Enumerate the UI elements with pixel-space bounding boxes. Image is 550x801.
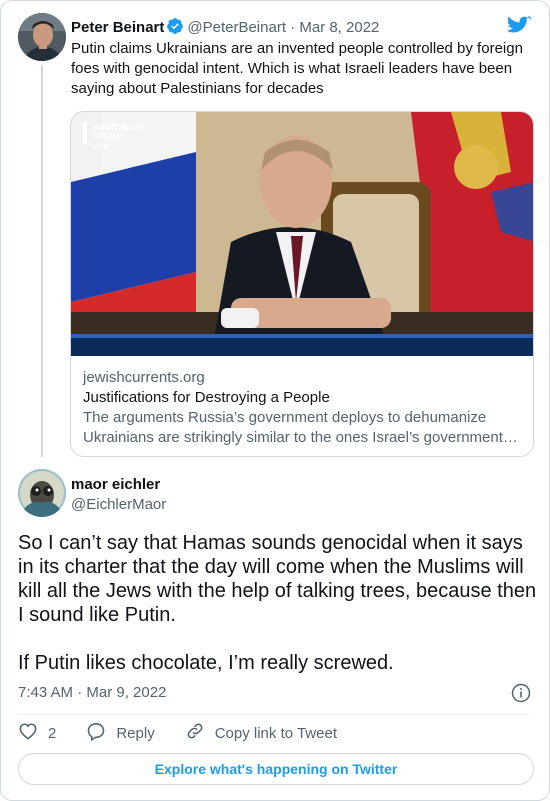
parent-tweet-header: Peter Beinart @PeterBeinart · Mar 8, 2022 bbox=[71, 17, 379, 41]
reply-bubble-icon bbox=[86, 721, 116, 745]
link-domain: jewishcurrents.org bbox=[83, 369, 205, 386]
image-logo-line2: ВРЕМЯ bbox=[93, 132, 122, 141]
tweet-date[interactable]: Mar 8, 2022 bbox=[299, 19, 379, 36]
meta-separator: · bbox=[290, 19, 296, 36]
author-handle[interactable]: @PeterBeinart bbox=[187, 19, 286, 36]
image-logo-live: LIVE bbox=[93, 144, 109, 151]
author-name[interactable]: Peter Beinart bbox=[71, 19, 164, 36]
author-name[interactable]: maor eichler bbox=[71, 475, 160, 495]
reply-paragraph-1: So I can’t say that Hamas sounds genocid… bbox=[18, 532, 537, 626]
link-preview-image: НАСТОЯЩЕЕ ВРЕМЯ LIVE bbox=[71, 112, 533, 356]
like-button[interactable]: 2 bbox=[18, 721, 56, 745]
copy-link-label: Copy link to Tweet bbox=[214, 724, 337, 742]
twitter-bird-icon[interactable] bbox=[505, 15, 532, 40]
parent-tweet-text: Putin claims Ukrainians are an invented … bbox=[71, 40, 523, 97]
reply-tweet-text: So I can’t say that Hamas sounds genocid… bbox=[18, 531, 538, 699]
link-title: Justifications for Destroying a People bbox=[83, 389, 330, 406]
avatar[interactable] bbox=[18, 13, 66, 61]
like-count: 2 bbox=[48, 724, 57, 742]
info-icon[interactable] bbox=[511, 683, 531, 708]
reply-label: Reply bbox=[116, 724, 155, 742]
reply-paragraph-2: If Putin likes chocolate, I’m really scr… bbox=[18, 652, 394, 674]
author-handle[interactable]: @EichlerMaor bbox=[71, 495, 166, 515]
explore-button[interactable]: Explore what's happening on Twitter bbox=[18, 753, 534, 785]
reply-button[interactable]: Reply bbox=[86, 721, 155, 745]
tweet-timestamp[interactable]: 7:43 AM · Mar 9, 2022 bbox=[18, 683, 166, 703]
copy-link-button[interactable]: Copy link to Tweet bbox=[185, 721, 337, 745]
link-preview-card[interactable]: НАСТОЯЩЕЕ ВРЕМЯ LIVE jewishcurrents.org … bbox=[70, 111, 534, 457]
thread-connector bbox=[41, 65, 43, 457]
tweet-embed-card: Peter Beinart @PeterBeinart · Mar 8, 2022… bbox=[0, 0, 550, 801]
image-logo-line1: НАСТОЯЩЕЕ bbox=[93, 123, 146, 132]
link-description-line1: The arguments Russia’s government deploy… bbox=[83, 409, 487, 426]
link-icon bbox=[185, 721, 215, 745]
avatar[interactable] bbox=[18, 469, 66, 517]
link-preview-meta: jewishcurrents.org Justifications for De… bbox=[83, 368, 521, 448]
tweet-actions: 2 Reply Copy link to Tweet bbox=[18, 722, 367, 744]
heart-icon bbox=[18, 721, 48, 745]
divider bbox=[18, 714, 532, 715]
link-description-line2: Ukrainians are strikingly similar to the… bbox=[83, 429, 518, 446]
verified-badge-icon bbox=[166, 17, 184, 41]
